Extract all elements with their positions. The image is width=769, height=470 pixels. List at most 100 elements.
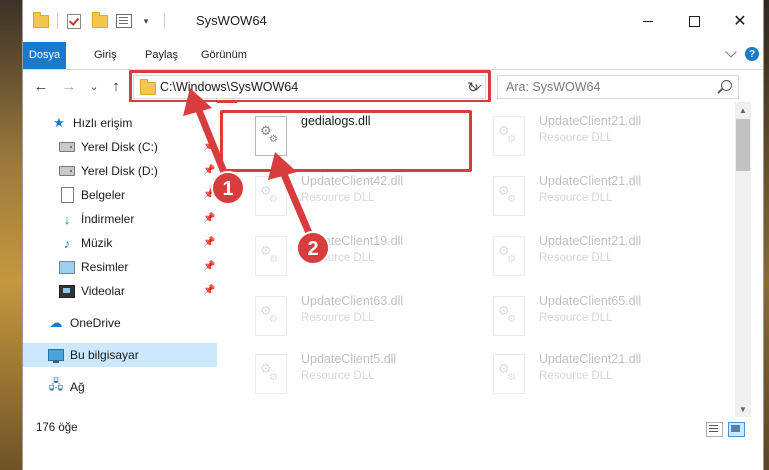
nav-item-pictures[interactable]: Resimler — [59, 256, 128, 278]
document-icon — [59, 187, 75, 203]
music-icon: ♪ — [63, 235, 71, 251]
nav-item-downloads[interactable]: ↓ İndirmeler — [59, 208, 135, 230]
video-icon — [59, 283, 75, 299]
folder-icon — [140, 79, 156, 95]
file-type: Resource DLL — [539, 252, 613, 264]
expand-ribbon-chevron-icon[interactable] — [725, 46, 737, 58]
file-type: Resource DLL — [539, 192, 613, 204]
computer-icon — [48, 347, 64, 363]
dll-file-icon — [255, 236, 287, 276]
pin-icon[interactable]: 📌 — [203, 141, 215, 152]
tab-file[interactable]: Dosya — [23, 42, 66, 69]
details-view-button[interactable] — [706, 422, 723, 437]
nav-item-label: Müzik — [81, 236, 113, 250]
nav-item-videos[interactable]: Videolar — [59, 280, 125, 302]
pin-icon[interactable]: 📌 — [203, 237, 215, 248]
desktop-background-right — [763, 0, 769, 470]
nav-item-network[interactable]: 🖧 Ağ — [48, 376, 85, 398]
nav-item-quick-access[interactable]: ★ Hızlı erişim — [51, 112, 132, 134]
refresh-button[interactable]: ↻ — [461, 75, 486, 99]
new-folder-icon[interactable] — [92, 11, 108, 29]
file-name: UpdateClient42.dll — [301, 174, 404, 188]
nav-item-drive-d[interactable]: Yerel Disk (D:) — [59, 160, 158, 182]
nav-item-label: Yerel Disk (C:) — [81, 140, 158, 154]
dll-file-icon — [255, 176, 287, 216]
file-item[interactable]: UpdateClient19.dll Resource DLL — [247, 228, 477, 282]
nav-item-label: Yerel Disk (D:) — [81, 164, 158, 178]
file-name: UpdateClient21.dll — [539, 114, 642, 128]
recent-locations-dropdown[interactable]: ⌄ — [85, 77, 103, 95]
file-item[interactable]: UpdateClient65.dll Resource DLL — [485, 288, 715, 342]
desktop-background-left — [0, 0, 23, 470]
nav-item-documents[interactable]: Belgeler — [59, 184, 125, 206]
file-name: gedialogs.dll — [301, 114, 371, 128]
file-item[interactable]: UpdateClient21.dll Resource DLL — [485, 346, 715, 400]
file-item[interactable]: UpdateClient21.dll Resource DLL — [485, 228, 715, 282]
drive-icon — [59, 139, 75, 155]
customize-toolbar-dropdown-icon[interactable]: ▾ — [138, 13, 154, 29]
tab-view[interactable]: Görünüm — [201, 42, 247, 69]
title-bar: ▾ SysWOW64 ✕ — [23, 0, 763, 42]
search-box[interactable]: Ara: SysWOW64 — [497, 75, 739, 99]
file-name: UpdateClient5.dll — [301, 352, 397, 366]
forward-button[interactable]: → — [60, 77, 78, 95]
scrollbar-thumb[interactable] — [736, 119, 750, 171]
up-button[interactable]: ↑ — [107, 77, 125, 95]
dll-file-icon — [255, 354, 287, 394]
dll-file-icon — [493, 176, 525, 216]
scroll-up-arrow-icon[interactable]: ▲ — [735, 102, 751, 118]
properties-icon[interactable] — [116, 13, 132, 29]
file-type: Resource DLL — [539, 312, 613, 324]
dll-file-icon — [255, 116, 287, 156]
pin-icon[interactable]: 📌 — [203, 165, 215, 176]
search-icon[interactable] — [721, 80, 732, 91]
properties-check-icon[interactable] — [66, 13, 82, 29]
star-icon: ★ — [53, 115, 65, 130]
pin-icon[interactable]: 📌 — [203, 189, 215, 200]
back-button[interactable]: ← — [32, 77, 50, 95]
nav-item-label: Ağ — [70, 380, 85, 394]
nav-item-label: Belgeler — [81, 188, 126, 202]
file-type: Resource DLL — [539, 370, 613, 382]
drive-icon — [59, 163, 75, 179]
dll-file-icon — [255, 296, 287, 336]
large-icons-view-button[interactable] — [728, 422, 745, 437]
file-item[interactable]: UpdateClient63.dll Resource DLL — [247, 288, 477, 342]
cloud-icon: ☁ — [49, 315, 63, 330]
file-item[interactable]: UpdateClient42.dll Resource DLL — [247, 168, 477, 222]
tab-home[interactable]: Giriş — [94, 42, 117, 69]
nav-item-music[interactable]: ♪ Müzik — [59, 232, 113, 254]
nav-item-onedrive[interactable]: ☁ OneDrive — [48, 312, 121, 334]
maximize-button[interactable] — [671, 0, 717, 42]
file-item[interactable]: UpdateClient5.dll Resource DLL — [247, 346, 477, 400]
window-title: SysWOW64 — [196, 13, 267, 28]
file-name: UpdateClient21.dll — [539, 174, 642, 188]
file-item[interactable]: UpdateClient21.dll Resource DLL — [485, 168, 715, 222]
ribbon-tabs: Dosya Giriş Paylaş Görünüm ? — [23, 42, 763, 70]
tab-share[interactable]: Paylaş — [145, 42, 178, 69]
file-item-gedialogs[interactable]: gedialogs.dll — [247, 108, 477, 162]
toolbar-divider — [57, 13, 58, 29]
nav-item-this-pc[interactable]: Bu bilgisayar — [48, 344, 139, 366]
file-list: gedialogs.dll UpdateClient21.dll Resourc… — [237, 102, 733, 417]
help-icon[interactable]: ? — [745, 47, 759, 61]
file-name: UpdateClient65.dll — [539, 294, 642, 308]
file-type: Resource DLL — [301, 192, 375, 204]
nav-item-label: Bu bilgisayar — [70, 348, 139, 362]
minimize-button[interactable] — [625, 0, 671, 42]
file-name: UpdateClient21.dll — [539, 352, 642, 366]
address-bar[interactable]: C:\Windows\SysWOW64 — [133, 75, 486, 99]
address-path[interactable]: C:\Windows\SysWOW64 — [160, 80, 298, 94]
pin-icon[interactable]: 📌 — [203, 261, 215, 272]
pin-icon[interactable]: 📌 — [203, 213, 215, 224]
scroll-down-arrow-icon[interactable]: ▼ — [735, 401, 751, 417]
search-input[interactable]: Ara: SysWOW64 — [506, 80, 600, 94]
pin-icon[interactable]: 📌 — [203, 285, 215, 296]
vertical-scrollbar[interactable]: ▲ ▼ — [735, 102, 751, 417]
navigation-pane: ★ Hızlı erişim Yerel Disk (C:) 📌 Yerel D… — [23, 102, 217, 417]
close-button[interactable]: ✕ — [717, 0, 763, 42]
file-type: Resource DLL — [539, 132, 613, 144]
file-item[interactable]: UpdateClient21.dll Resource DLL — [485, 108, 715, 162]
file-type: Resource DLL — [301, 370, 375, 382]
nav-item-drive-c[interactable]: Yerel Disk (C:) — [59, 136, 158, 158]
